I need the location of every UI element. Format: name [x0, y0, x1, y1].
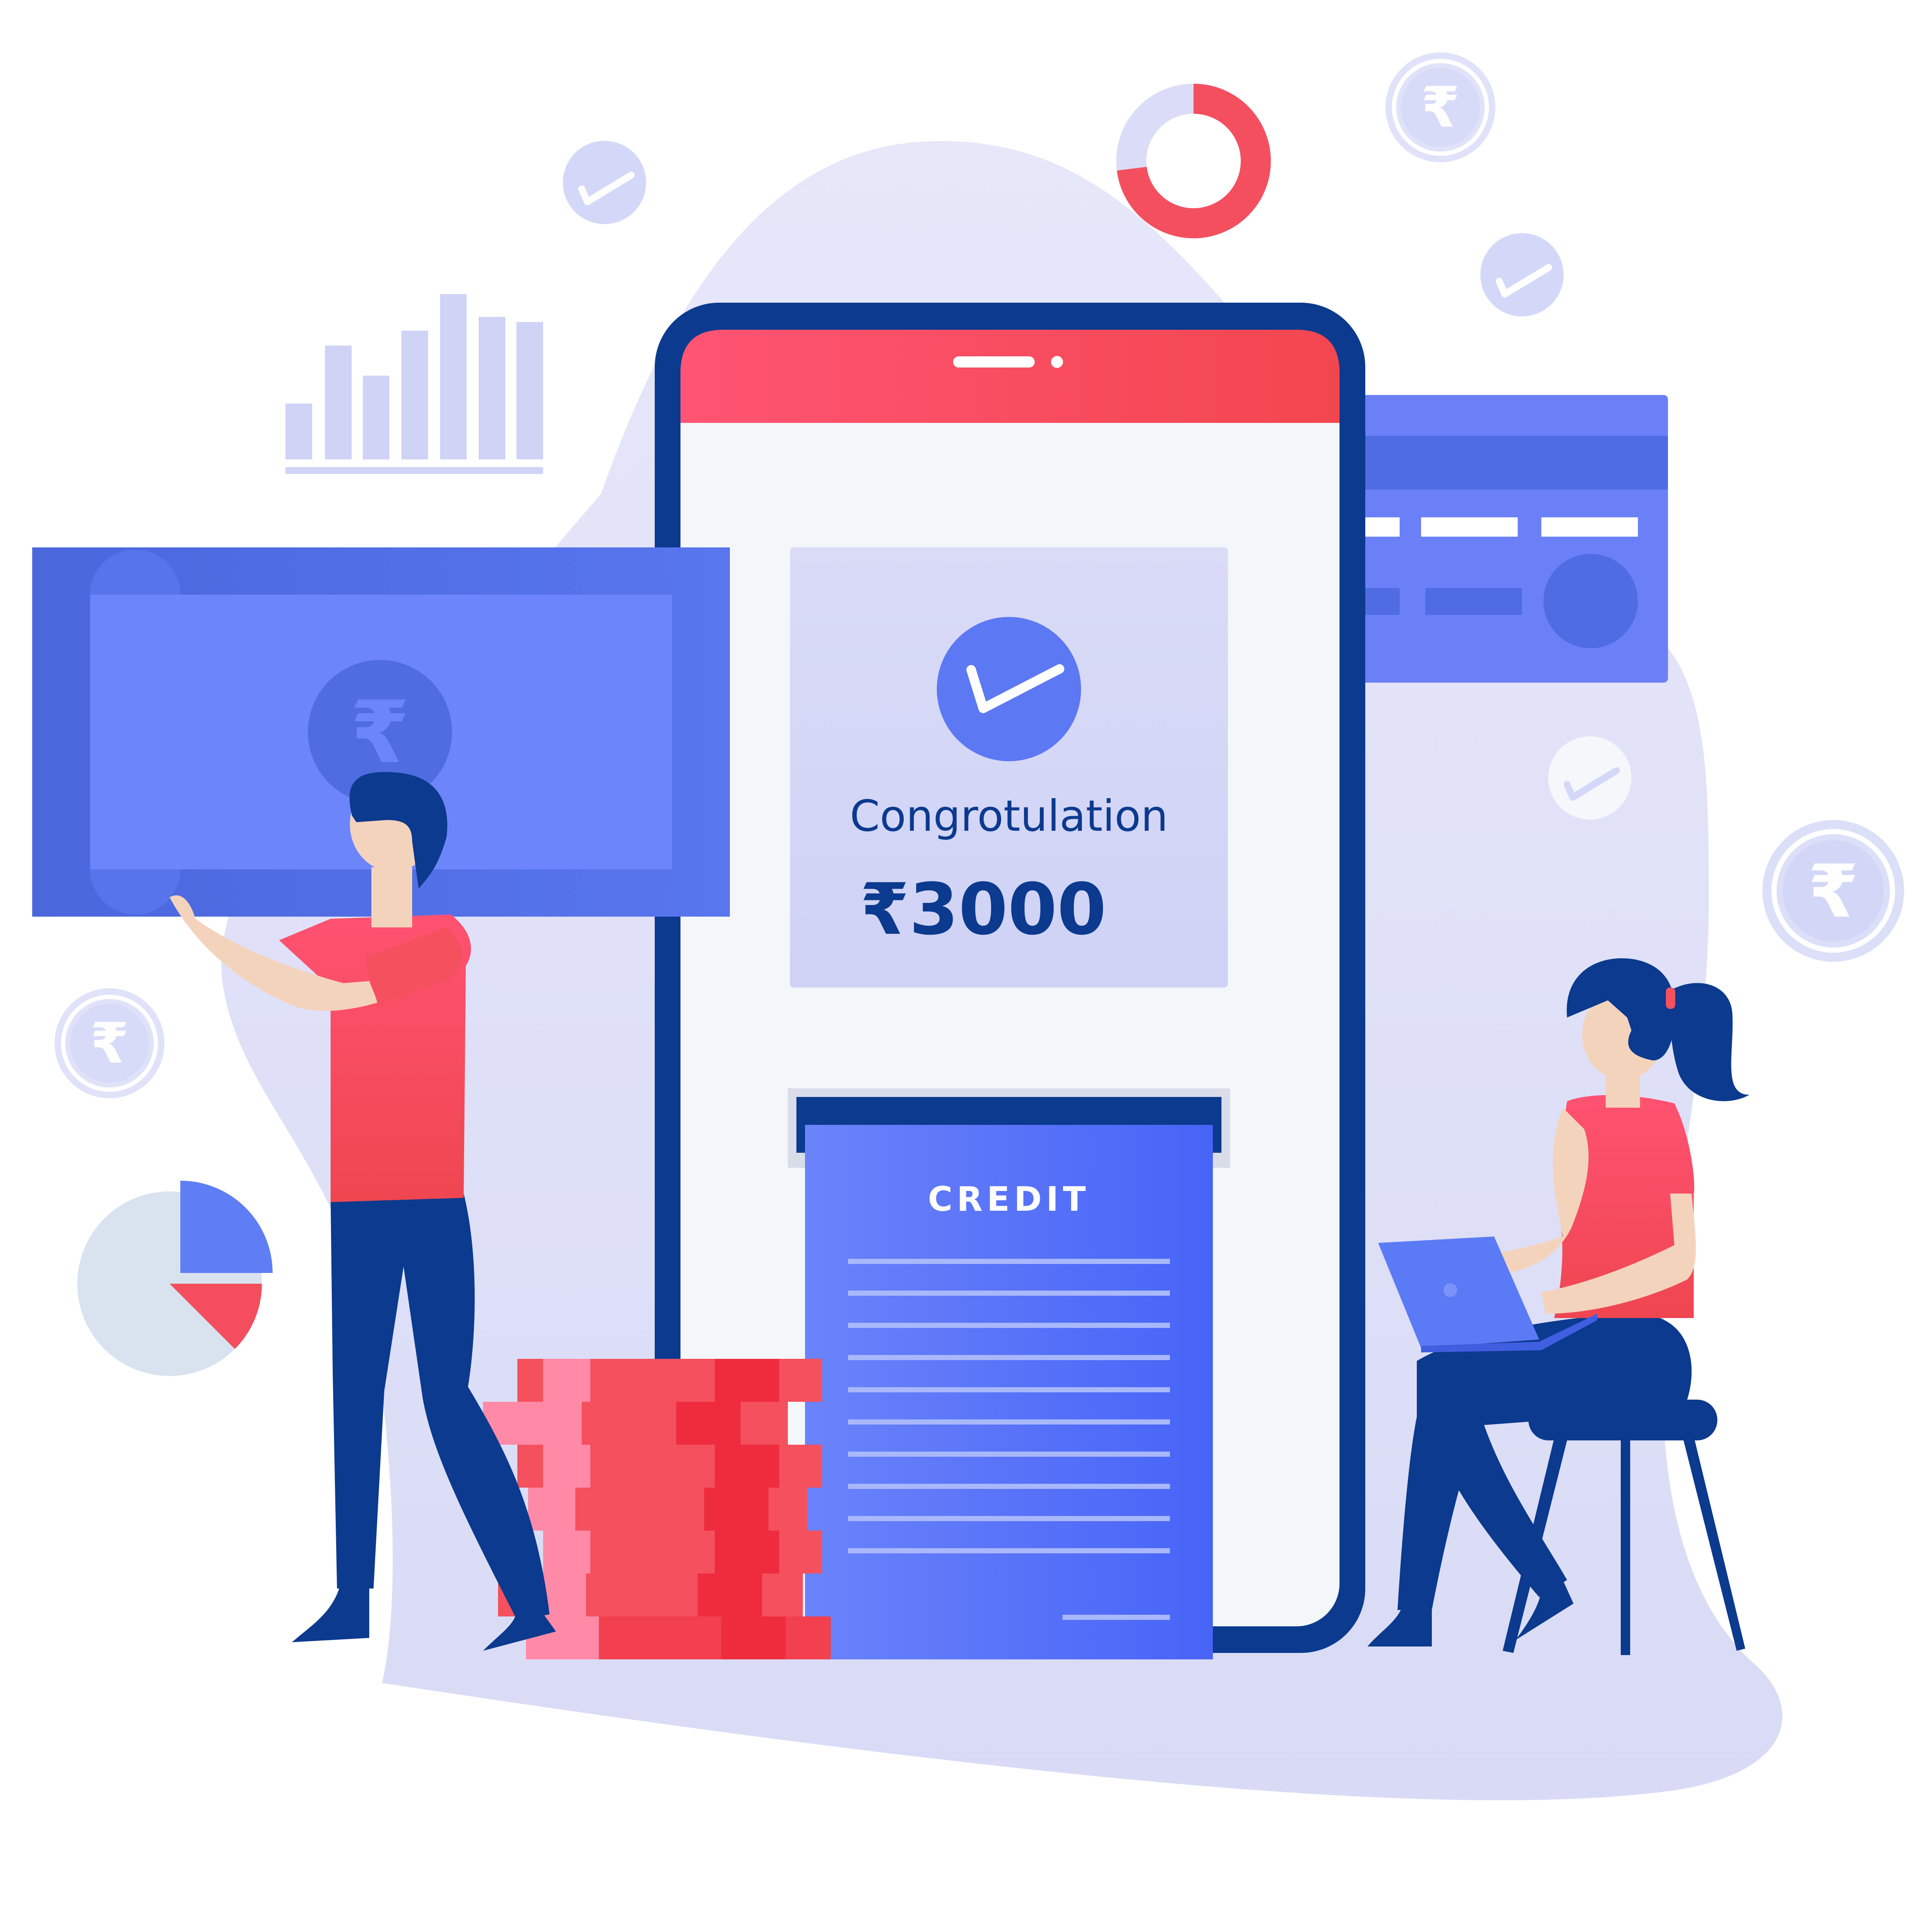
donut-chart-icon: [1116, 84, 1271, 238]
svg-text:₹: ₹: [350, 683, 410, 783]
check-circle-icon: [937, 617, 1081, 761]
pie-chart-icon: [77, 1181, 273, 1376]
rupee-coin-icon: ₹: [1762, 820, 1904, 962]
congrats-text: Congrotulation: [850, 791, 1168, 841]
credited-amount: ₹3000: [860, 868, 1106, 951]
phone-speaker: [953, 356, 1035, 368]
check-circle-icon: [1548, 736, 1631, 820]
rupee-coin-icon: ₹: [1385, 52, 1495, 162]
credit-title: CREDIT: [928, 1180, 1090, 1219]
credit-illustration: ₹ ₹ ₹ Congrotulation ₹3000 CREDIT ₹: [32, 52, 1904, 1801]
svg-text:₹: ₹: [90, 1011, 129, 1076]
svg-text:₹: ₹: [1421, 75, 1460, 140]
check-circle-icon: [1480, 233, 1564, 316]
check-circle-icon: [563, 141, 646, 224]
bar-chart-icon: [286, 294, 543, 474]
rupee-coin-icon: ₹: [55, 988, 164, 1098]
svg-text:₹: ₹: [1808, 849, 1859, 934]
phone-camera: [1051, 356, 1063, 368]
credit-document: CREDIT: [805, 1125, 1213, 1659]
